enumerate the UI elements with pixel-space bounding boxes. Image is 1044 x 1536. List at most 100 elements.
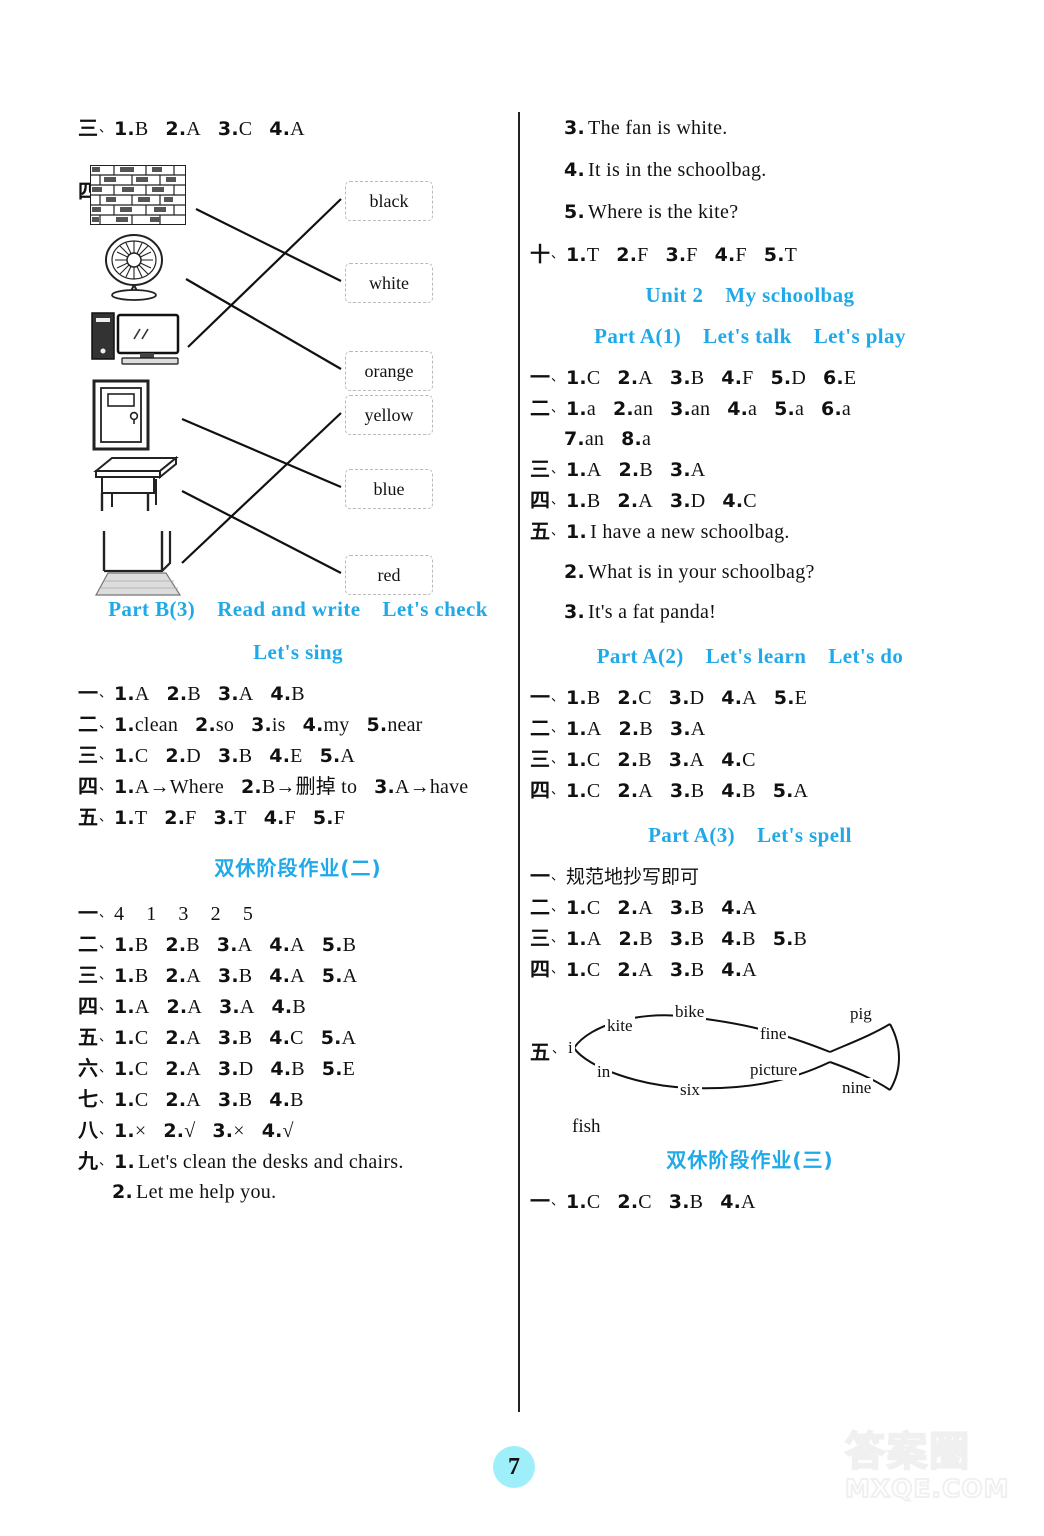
answer-sentence: 3. The fan is white.	[564, 117, 728, 139]
section-number: 一	[530, 685, 550, 709]
answer-item: 8.a	[621, 428, 652, 450]
answer-item: 3.D	[669, 490, 706, 512]
answer-item: 5.A	[321, 965, 358, 987]
answer-item: 3.A→have	[374, 776, 469, 798]
section-dun: 、	[551, 783, 565, 798]
fish-label-start: i	[566, 1038, 575, 1058]
answer-item: 3.B	[217, 965, 253, 987]
answer-row: 二 、 1.clean 2.so 3.is 4.my 5.near	[78, 714, 518, 735]
section-dun: 、	[551, 401, 565, 416]
answer-item: 4.A	[269, 934, 305, 956]
word-box-black[interactable]: black	[345, 181, 433, 221]
watermark-cn: 答案圈	[844, 1429, 971, 1475]
answer-item: 3.an	[670, 398, 711, 420]
section-dun: 、	[99, 937, 113, 952]
answer-row: 一 、 1.C 2.A 3.B 4.F 5.D 6.E	[530, 367, 970, 388]
matching-canvas: black white orange yellow blue red	[78, 151, 508, 611]
answer-item: 4.F	[263, 807, 296, 829]
answer-item: 3.A	[219, 996, 255, 1018]
heading-lets-spell: Let's spell	[757, 823, 852, 847]
section-number: 七	[78, 1087, 98, 1111]
answer-row: 三 、 1.C 2.D 3.B 4.E 5.A	[78, 745, 518, 766]
answer-item: 1.C	[114, 745, 149, 767]
section-dun: 、	[551, 462, 565, 477]
answer-item: 5.E	[321, 1058, 356, 1080]
section-dun: 、	[551, 962, 565, 977]
word-box-orange[interactable]: orange	[345, 351, 433, 391]
answer-item: 2.A	[617, 959, 653, 981]
answer-row: 一 、 1.A 2.B 3.A 4.B	[78, 683, 518, 704]
answer-item: 5.T	[763, 244, 798, 266]
word-box-yellow[interactable]: yellow	[345, 395, 433, 435]
answer-item: 2.B	[618, 718, 653, 740]
answer-item: 1.A	[114, 683, 150, 705]
answer-sentence: 1. I have a new schoolbag.	[566, 521, 790, 543]
answer-row: 三 、 1.A 2.B 3.B 4.B 5.B	[530, 928, 970, 949]
section-number: 二	[530, 895, 550, 919]
section-dun: 、	[551, 690, 565, 705]
section-number: 四	[530, 488, 550, 512]
answer-item: 4.F	[721, 367, 754, 389]
word-box-red[interactable]: red	[345, 555, 433, 595]
fish-exercise: 五 、 i kite bike fine pig in six picture …	[530, 990, 970, 1140]
section-number: 一	[78, 681, 98, 705]
fish-label-six: six	[678, 1080, 702, 1100]
answer-item: 5.A	[320, 1027, 357, 1049]
section-dun: 、	[551, 900, 565, 915]
answer-item: 2.√	[163, 1120, 196, 1142]
answer-item: 1.B	[566, 490, 601, 512]
word-box-blue[interactable]: blue	[345, 469, 433, 509]
answer-item: 4.B	[270, 1058, 305, 1080]
section-number: 六	[78, 1056, 98, 1080]
answer-item: 1.C	[566, 367, 601, 389]
fish-label-in: in	[595, 1062, 613, 1082]
answer-row-yi: 一 、 规范地抄写即可	[530, 866, 970, 887]
heading-part-label: Part A(3)	[648, 823, 736, 847]
section-dun: 、	[99, 906, 113, 921]
section-number: 二	[530, 396, 550, 420]
answer-item: 2.A	[617, 490, 653, 512]
answer-item: 3.A	[668, 749, 705, 771]
answer-item: 3.B	[669, 897, 705, 919]
answer-item: 4.a	[727, 398, 758, 420]
fish-label-pig: pig	[848, 1004, 874, 1024]
answer-row: 二 、 1.a 2.an 3.an 4.a 5.a 6.a	[530, 398, 970, 419]
answer-item: 3.B	[217, 745, 253, 767]
answer-item: 4.A	[720, 1191, 756, 1213]
answer-item: 1.B	[114, 965, 149, 987]
answer-item: 1.C	[566, 1191, 601, 1213]
answer-item: 3.is	[251, 714, 286, 736]
answer-item: 6.E	[822, 367, 857, 389]
answer-key-page: 三 、 1.B 2.A 3.C 4.A 四 、	[0, 0, 1044, 1536]
heading-lets-sing: Let's sing	[253, 640, 343, 664]
answer-row: 4. It is in the schoolbag.	[530, 160, 970, 180]
section-dun: 、	[551, 752, 565, 767]
answer-sentence: 4. It is in the schoolbag.	[564, 159, 767, 181]
section-number: 三	[530, 457, 550, 481]
section-dun: 、	[551, 869, 565, 884]
answer-row: 六 、 1.C 2.A 3.D 4.B 5.E	[78, 1058, 518, 1079]
section-number: 二	[78, 712, 98, 736]
answer-row: 二 、 1.A 2.B 3.A	[530, 718, 970, 739]
answer-row: 3. The fan is white.	[530, 118, 970, 138]
watermark-en: MXQE.COM	[844, 1473, 1010, 1504]
answer-row: 三 、 1.B 2.A 3.B 4.A 5.A	[78, 965, 518, 986]
answer-item: 4.C	[721, 749, 756, 771]
heading-lets-do: Let's do	[828, 644, 904, 668]
answer-item: 2.A	[166, 996, 203, 1018]
answer-row: 三 、 1.A 2.B 3.A	[530, 459, 970, 480]
answer-item: 2	[210, 903, 221, 925]
answer-item: 1	[146, 903, 157, 925]
section-dun: 、	[99, 779, 113, 794]
answer-item: 1.C	[566, 897, 601, 919]
answer-row: 二 、 1.B 2.B 3.A 4.A 5.B	[78, 934, 518, 955]
picture-desk	[90, 453, 182, 522]
heading-part-a3: Part A(3) Let's spell	[530, 823, 970, 848]
fish-canvas: i kite bike fine pig in six picture nine…	[530, 990, 950, 1140]
picture-computer	[90, 311, 188, 374]
word-box-white[interactable]: white	[345, 263, 433, 303]
answer-row: 一 、 4 1 3 2 5	[78, 903, 518, 924]
page-number: 7	[493, 1446, 535, 1488]
section-number: 五	[78, 805, 98, 829]
answer-item: 4.E	[269, 745, 303, 767]
